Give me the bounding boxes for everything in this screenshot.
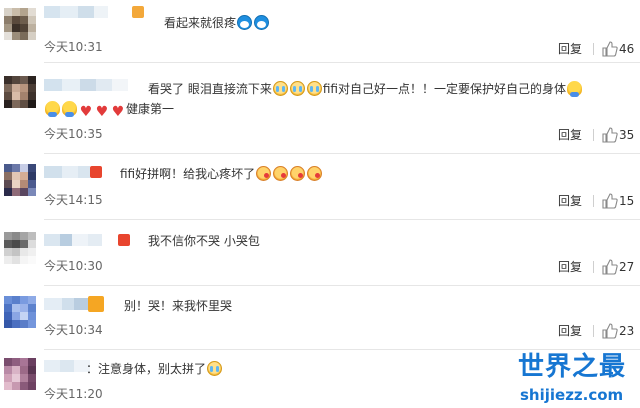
doraemon-icon <box>237 15 253 30</box>
avatar[interactable] <box>4 296 36 328</box>
like-button[interactable]: 35 <box>602 127 638 143</box>
comment-time: 今天14:15 <box>44 193 103 207</box>
comment-text: 我不信你不哭 小哭包 <box>148 234 260 248</box>
kiss-face-icon <box>290 166 306 181</box>
redacted-username[interactable] <box>44 234 102 246</box>
redacted-username[interactable] <box>44 79 128 91</box>
crying-face-icon <box>306 81 322 96</box>
member-badge-icon <box>132 6 144 18</box>
avatar[interactable] <box>4 358 36 390</box>
hug-icon <box>566 81 582 97</box>
redacted-username[interactable] <box>44 360 90 372</box>
thumbs-up-icon <box>602 127 618 143</box>
like-count: 27 <box>619 260 635 274</box>
reply-button[interactable]: 回复 <box>558 41 582 57</box>
crying-face-icon <box>272 81 288 96</box>
comment-time: 今天10:31 <box>44 40 103 54</box>
comment-text: ：注意身体，别太拼了 <box>86 360 223 378</box>
kiss-face-icon <box>256 166 272 181</box>
hug-icon <box>62 101 77 117</box>
heart-icon: ♥ <box>95 104 109 120</box>
like-button[interactable]: 27 <box>602 259 638 275</box>
watermark-title: 世界之最 <box>518 352 627 382</box>
reply-button[interactable]: 回复 <box>558 323 582 339</box>
comment-feed: 看起来就很疼 今天10:31 回复 46 看哭了 眼泪直接流下来 fifi对自己好… <box>0 0 640 408</box>
watermark-url: shijiezz.com <box>520 386 624 404</box>
member-badge-icon <box>90 166 102 178</box>
reply-button[interactable]: 回复 <box>558 193 582 209</box>
comment-text: fifi好拼啊！给我心疼坏了 <box>120 165 323 183</box>
comment-item: 看起来就很疼 今天10:31 回复 46 <box>0 0 640 62</box>
comment-item: fifi好拼啊！给我心疼坏了 今天14:15 回复 15 <box>0 154 640 219</box>
thumbs-up-icon <box>602 193 618 209</box>
comment-item: 看哭了 眼泪直接流下来 fifi对自己好一点！！一定要保护好自己的身体 ♥ ♥ ♥ 健康… <box>0 63 640 153</box>
divider <box>593 129 594 141</box>
member-badge-icon <box>118 234 130 246</box>
thumbs-up-icon <box>602 323 618 339</box>
doraemon-icon <box>254 15 270 30</box>
comment-time: 今天10:35 <box>44 127 103 141</box>
redacted-username[interactable] <box>44 166 90 178</box>
kiss-face-icon <box>273 166 289 181</box>
like-count: 46 <box>619 42 635 56</box>
comment-item: 我不信你不哭 小哭包 今天10:30 回复 27 <box>0 220 640 285</box>
comment-text: 别！哭！来我怀里哭 <box>124 299 233 313</box>
avatar[interactable] <box>4 164 36 196</box>
crying-face-icon <box>207 361 223 376</box>
crying-face-icon <box>289 81 305 96</box>
comment-text: 看起来就很疼 <box>164 14 270 32</box>
heart-icon: ♥ <box>79 104 93 120</box>
member-badge-icon <box>88 296 104 312</box>
reply-button[interactable]: 回复 <box>558 127 582 143</box>
reply-button[interactable]: 回复 <box>558 259 582 275</box>
hug-icon <box>45 101 60 117</box>
redacted-username[interactable] <box>44 298 88 310</box>
thumbs-up-icon <box>602 259 618 275</box>
like-button[interactable]: 46 <box>602 41 638 57</box>
like-button[interactable]: 23 <box>602 323 638 339</box>
divider <box>593 195 594 207</box>
kiss-face-icon <box>307 166 323 181</box>
divider <box>593 43 594 55</box>
avatar[interactable] <box>4 8 36 40</box>
avatar[interactable] <box>4 232 36 264</box>
thumbs-up-icon <box>602 41 618 57</box>
divider <box>593 261 594 273</box>
like-count: 35 <box>619 128 635 142</box>
comment-text: 看哭了 眼泪直接流下来 fifi对自己好一点！！一定要保护好自己的身体 <box>148 80 583 98</box>
comment-time: 今天10:30 <box>44 259 103 273</box>
comment-time: 今天10:34 <box>44 323 103 337</box>
comment-item: 别！哭！来我怀里哭 今天10:34 回复 23 <box>0 286 640 349</box>
comment-text-continued: ♥ ♥ ♥ 健康第一 <box>44 100 174 120</box>
like-count: 15 <box>619 194 635 208</box>
like-count: 23 <box>619 324 635 338</box>
heart-icon: ♥ <box>111 104 125 120</box>
like-button[interactable]: 15 <box>602 193 638 209</box>
comment-time: 今天11:20 <box>44 387 103 401</box>
redacted-username[interactable] <box>44 6 108 18</box>
watermark: 世界之最 shijiezz.com <box>510 352 640 408</box>
avatar[interactable] <box>4 76 36 108</box>
divider <box>593 325 594 337</box>
